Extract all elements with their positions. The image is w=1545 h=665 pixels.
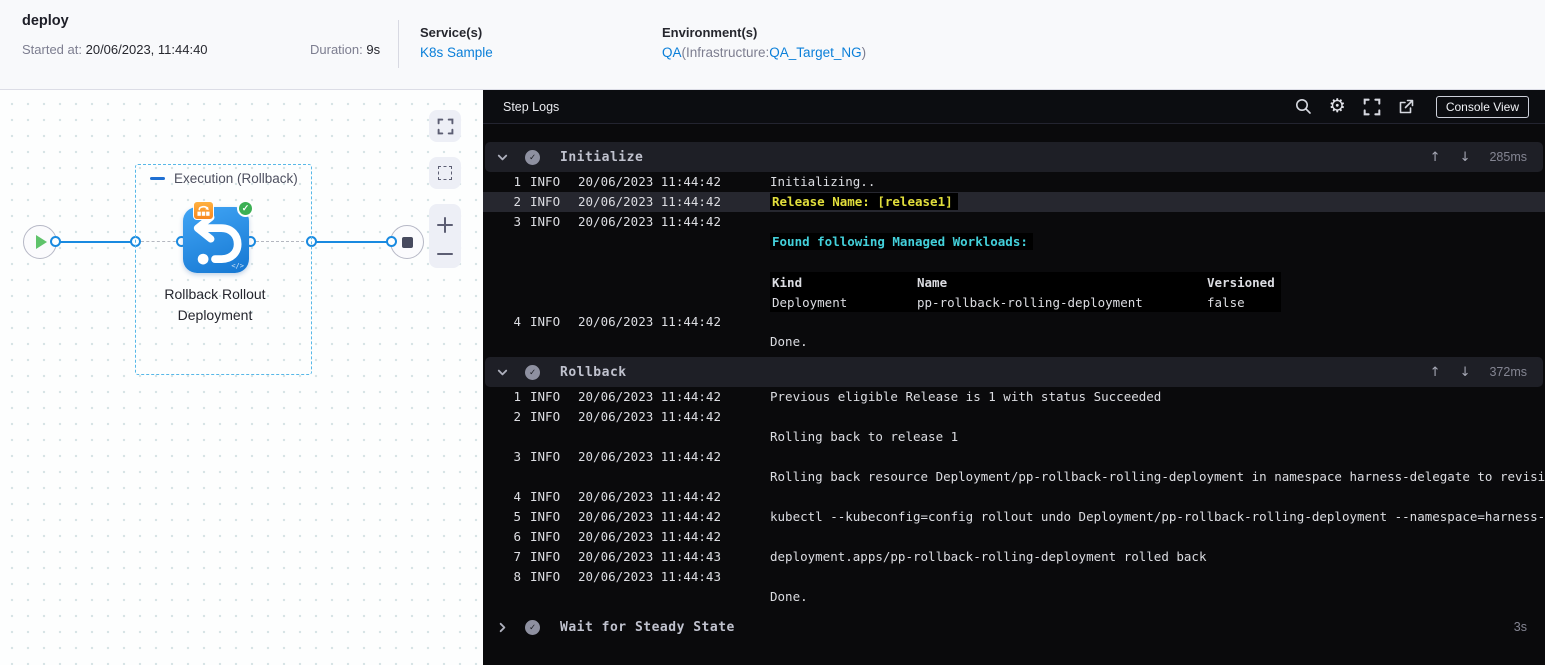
log-topbar: Step Logs ⚙ Console View — [483, 90, 1545, 124]
section-duration: 3s — [1513, 620, 1527, 634]
log-line: 5 INFO 20/06/2023 11:44:42 kubectl --kubeco… — [513, 509, 1545, 524]
step-logs-panel: Step Logs ⚙ Console View ✓ Initialize ↑ ↓ 28… — [483, 90, 1545, 665]
code-glyph: </> — [231, 262, 244, 270]
search-icon[interactable] — [1295, 98, 1312, 115]
section-duration: 372ms — [1489, 365, 1527, 379]
scroll-to-bottom-icon[interactable]: ↓ — [1460, 365, 1471, 380]
success-badge-icon: ✓ — [237, 200, 254, 217]
stop-icon — [401, 236, 413, 248]
fit-to-screen-button[interactable] — [429, 110, 461, 142]
log-section-wait-for-steady-state: ✓ Wait for Steady State 3s — [483, 612, 1545, 642]
log-line: 1 INFO 20/06/2023 11:44:42 Initializing.. — [513, 174, 876, 189]
log-line: 6 INFO 20/06/2023 11:44:42 — [513, 529, 721, 544]
infrastructure-prefix: (Infrastructure: — [681, 45, 770, 60]
zoom-controls[interactable] — [429, 204, 461, 268]
chevron-down-icon[interactable] — [496, 366, 510, 379]
log-line: Found following Managed Workloads: — [483, 232, 1545, 252]
duration-label: Duration: — [310, 42, 363, 57]
fit-to-screen-icon — [437, 118, 453, 134]
log-line: 2 INFO 20/06/2023 11:44:42 — [513, 409, 721, 424]
section-log-rows: 1 INFO 20/06/2023 11:44:42 Initializing.. 2 I… — [483, 172, 1545, 352]
log-line: 3 INFO 20/06/2023 11:44:42 — [513, 449, 721, 464]
step-label: Rollback Rollout Deployment — [164, 286, 266, 323]
started-at-value: 20/06/2023, 11:44:40 — [85, 42, 208, 57]
open-in-new-icon[interactable] — [1398, 99, 1414, 115]
infrastructure-suffix: ) — [861, 45, 867, 60]
log-line: Done. — [770, 589, 808, 604]
section-header-initialize[interactable]: ✓ Initialize ↑ ↓ 285ms — [485, 142, 1543, 172]
log-section-rollback: ✓ Rollback ↑ ↓ 372ms 1 INFO 20/06/2023 11:44:42… — [483, 357, 1545, 607]
pipeline-canvas[interactable]: Execution (Rollback) </> ✓ Rollback Roll… — [0, 90, 483, 665]
duration-value: 9s — [366, 42, 381, 57]
section-title: Wait for Steady State — [560, 619, 735, 635]
duration: Duration: 9s — [310, 42, 380, 57]
gear-icon[interactable]: ⚙ — [1329, 97, 1346, 116]
zoom-out-icon[interactable] — [437, 252, 453, 256]
edge-start-to-group — [57, 241, 135, 243]
chevron-down-icon[interactable] — [496, 151, 510, 164]
section-title: Initialize — [560, 149, 644, 165]
log-line: 4 INFO 20/06/2023 11:44:42 — [513, 489, 721, 504]
scroll-to-bottom-icon[interactable]: ↓ — [1460, 150, 1471, 165]
log-line: Deployment pp-rollback-rolling-deployment… — [483, 292, 1545, 312]
section-header-rollback[interactable]: ✓ Rollback ↑ ↓ 372ms — [485, 357, 1543, 387]
log-line: 2 INFO 20/06/2023 11:44:42 Release Name: [r… — [483, 192, 1545, 212]
services-label: Service(s) — [420, 25, 483, 40]
scroll-to-top-icon[interactable]: ↑ — [1430, 365, 1441, 380]
play-icon — [36, 235, 47, 249]
service-link[interactable]: K8s Sample — [420, 45, 493, 60]
log-sections: ✓ Initialize ↑ ↓ 285ms 1 INFO 20/06/2023 11:44:… — [483, 124, 1545, 642]
environment-link[interactable]: QA — [662, 45, 682, 60]
section-duration: 285ms — [1489, 150, 1527, 164]
log-line: Rolling back resource Deployment/pp-roll… — [770, 469, 1545, 484]
rollout-badge-icon — [193, 201, 214, 220]
success-check-icon: ✓ — [525, 619, 540, 635]
section-log-rows: 1 INFO 20/06/2023 11:44:42 Previous eligibl… — [483, 387, 1545, 607]
started-at-label: Started at: — [22, 42, 82, 57]
log-section-initialize: ✓ Initialize ↑ ↓ 285ms 1 INFO 20/06/2023 11:44:… — [483, 142, 1545, 352]
marquee-select-button[interactable] — [429, 157, 461, 189]
success-check-icon: ✓ — [525, 364, 540, 380]
started-at: Started at: 20/06/2023, 11:44:40 — [22, 42, 208, 57]
scroll-to-top-icon[interactable]: ↑ — [1430, 150, 1441, 165]
section-title: Rollback — [560, 364, 627, 380]
zoom-in-icon[interactable] — [437, 216, 453, 233]
environments-label: Environment(s) — [662, 25, 758, 40]
fullscreen-icon[interactable] — [1363, 98, 1381, 116]
edge-group-to-end — [313, 241, 391, 243]
pipeline-title: deploy — [22, 13, 69, 29]
header-divider — [398, 20, 399, 68]
execution-group-label: Execution (Rollback) — [174, 171, 298, 186]
infrastructure-link[interactable]: QA_Target_NG — [769, 45, 861, 60]
console-view-button[interactable]: Console View — [1435, 95, 1529, 118]
log-line: Rolling back to release 1 — [770, 429, 959, 444]
connector-ring — [50, 236, 61, 247]
collapse-dash-icon[interactable] — [150, 177, 165, 180]
log-line: 1 INFO 20/06/2023 11:44:42 Previous eligibl… — [513, 389, 1162, 404]
log-line: Kind Name Versioned — [483, 272, 1545, 292]
execution-header: deploy Started at: 20/06/2023, 11:44:40 … — [0, 0, 1545, 90]
section-header-wait-for-steady-state[interactable]: ✓ Wait for Steady State 3s — [485, 612, 1543, 642]
log-panel-title: Step Logs — [503, 99, 560, 114]
success-check-icon: ✓ — [525, 149, 540, 165]
log-line: 8 INFO 20/06/2023 11:44:43 — [513, 569, 721, 584]
log-line: 3 INFO 20/06/2023 11:44:42 — [513, 214, 721, 229]
connector-ring — [386, 236, 397, 247]
log-line: 4 INFO 20/06/2023 11:44:42 — [513, 314, 721, 329]
log-line: 7 INFO 20/06/2023 11:44:43 deployment.apps/… — [513, 549, 1207, 564]
chevron-right-icon[interactable] — [496, 621, 510, 634]
log-line: Done. — [770, 334, 808, 349]
marquee-icon — [438, 166, 452, 180]
